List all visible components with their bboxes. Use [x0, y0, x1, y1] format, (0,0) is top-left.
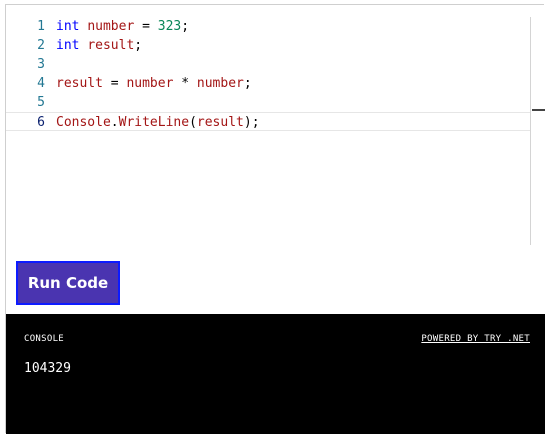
code-token: result [196, 115, 244, 130]
console-output: 104329 [24, 361, 71, 376]
line-number: 4 [37, 76, 45, 91]
line-number: 6 [37, 115, 45, 130]
run-area: Run Code [6, 245, 545, 315]
line-code: result = number * number; [56, 74, 252, 93]
editor-scrollbar[interactable] [530, 17, 531, 245]
code-editor[interactable]: 1 int number = 323; 2 int result; 3 4 result =… [6, 5, 545, 245]
code-token: int [56, 38, 80, 53]
code-token: number [196, 76, 244, 91]
line-number: 5 [37, 95, 45, 110]
code-line[interactable]: 4 result = number * number; [6, 74, 531, 93]
run-code-button[interactable]: Run Code [16, 261, 120, 305]
code-token: result [87, 38, 135, 53]
line-code: Console.WriteLine(result); [56, 113, 260, 132]
code-token: ); [243, 115, 260, 130]
code-token: ; [243, 76, 252, 91]
code-line[interactable]: 2 int result; [6, 36, 531, 55]
line-number: 2 [37, 38, 45, 53]
code-token: number [87, 19, 135, 34]
code-line[interactable]: 5 [6, 93, 531, 112]
code-token: * [173, 76, 197, 91]
powered-by-link[interactable]: POWERED BY TRY .NET [421, 334, 530, 344]
code-token: . [110, 115, 119, 130]
code-token: = [102, 76, 127, 91]
code-lines: 1 int number = 323; 2 int result; 3 4 result =… [6, 17, 531, 131]
code-token: ; [134, 38, 143, 53]
run-code-label: Run Code [27, 274, 109, 292]
code-token: result [56, 76, 103, 91]
line-number: 3 [37, 57, 45, 72]
code-token: Console [56, 115, 111, 130]
code-token: int [56, 19, 80, 34]
line-code: int number = 323; [56, 17, 189, 36]
code-line[interactable]: 3 [6, 55, 531, 74]
code-token: ( [189, 115, 197, 130]
code-token: number [126, 76, 174, 91]
code-token: = [134, 19, 158, 34]
cursor-position-marker [532, 109, 545, 111]
code-token: ; [181, 19, 190, 34]
code-token: 323 [157, 19, 182, 34]
code-line[interactable]: 1 int number = 323; [6, 17, 531, 36]
code-line[interactable]: 6 Console.WriteLine(result); [6, 112, 531, 131]
line-code: int result; [56, 36, 142, 55]
line-number: 1 [37, 19, 45, 34]
console-panel: CONSOLE POWERED BY TRY .NET 104329 [6, 314, 545, 434]
try-dotnet-widget: 1 int number = 323; 2 int result; 3 4 result =… [5, 4, 545, 434]
console-title: CONSOLE [24, 334, 65, 344]
code-token: WriteLine [118, 115, 190, 130]
